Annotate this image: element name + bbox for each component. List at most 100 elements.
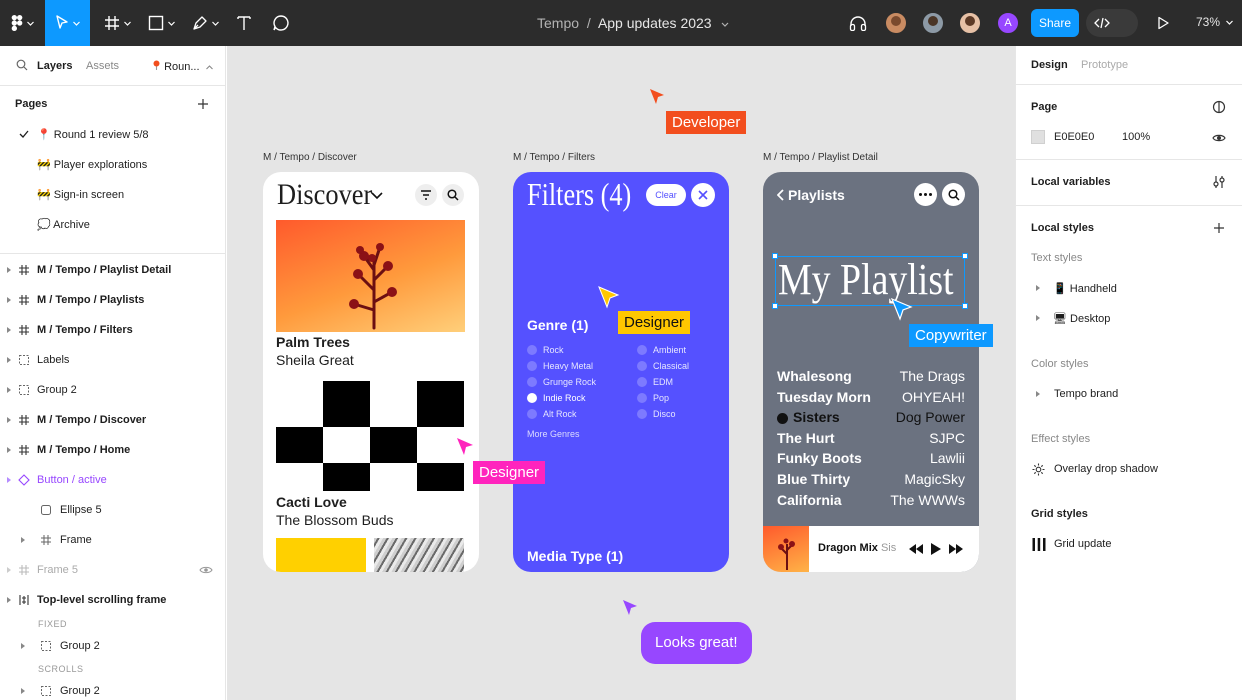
track-row[interactable]: Sisters Dog Power bbox=[777, 409, 965, 430]
back-link[interactable]: Playlists bbox=[788, 187, 845, 203]
page-opacity[interactable]: 100% bbox=[1122, 131, 1150, 143]
frame-label[interactable]: M / Tempo / Playlist Detail bbox=[763, 152, 878, 163]
track-row[interactable]: California The WWWs bbox=[777, 492, 965, 513]
layer-row[interactable]: M / Tempo / Home bbox=[0, 435, 226, 465]
tab-prototype[interactable]: Prototype bbox=[1081, 59, 1128, 71]
radio-button[interactable] bbox=[637, 393, 647, 403]
color-style-tempo-brand[interactable]: Tempo brand bbox=[1054, 388, 1118, 400]
media-type-heading[interactable]: Media Type (1) bbox=[527, 548, 623, 564]
pen-tool-button[interactable] bbox=[184, 0, 226, 46]
selection-handle[interactable] bbox=[962, 303, 968, 309]
selection-handle[interactable] bbox=[772, 303, 778, 309]
local-variables-heading[interactable]: Local variables bbox=[1031, 176, 1111, 188]
playlist-frame[interactable]: Playlists My Playlist Whalesong The Drags… bbox=[763, 172, 979, 572]
layer-row[interactable]: M / Tempo / Discover bbox=[0, 405, 226, 435]
radio-button[interactable] bbox=[637, 377, 647, 387]
file-name[interactable]: App updates 2023 bbox=[598, 15, 712, 31]
avatar[interactable] bbox=[884, 11, 908, 35]
radio-button[interactable] bbox=[637, 361, 647, 371]
eye-icon[interactable] bbox=[1212, 133, 1226, 143]
genre-option[interactable]: Grunge Rock bbox=[527, 374, 596, 390]
layer-row[interactable]: Group 2 bbox=[0, 676, 226, 700]
page-color-swatch[interactable] bbox=[1031, 130, 1045, 144]
text-style-handheld[interactable]: 📱 Handheld bbox=[1053, 282, 1117, 295]
genre-option[interactable]: Pop bbox=[637, 390, 689, 406]
clear-button[interactable]: Clear bbox=[646, 184, 686, 206]
frame-label[interactable]: M / Tempo / Filters bbox=[513, 152, 595, 163]
dev-mode-toggle[interactable] bbox=[1086, 9, 1138, 37]
chevron-left-icon[interactable] bbox=[777, 189, 785, 201]
layer-row[interactable]: Frame bbox=[0, 525, 226, 555]
chevron-down-icon[interactable] bbox=[721, 22, 729, 27]
layer-row[interactable]: M / Tempo / Playlists bbox=[0, 285, 226, 315]
project-name[interactable]: Tempo bbox=[537, 15, 579, 31]
radio-button[interactable] bbox=[527, 361, 537, 371]
album-art-yellow[interactable] bbox=[276, 538, 366, 572]
page-color-hex[interactable]: E0E0E0 bbox=[1054, 131, 1094, 143]
genre-option[interactable]: Ambient bbox=[637, 342, 689, 358]
rewind-icon[interactable] bbox=[909, 544, 923, 554]
genre-option[interactable]: Alt Rock bbox=[527, 406, 596, 422]
now-playing-bar[interactable]: Dragon Mix Sist bbox=[763, 526, 979, 572]
more-genres-link[interactable]: More Genres bbox=[527, 429, 580, 439]
layer-row[interactable]: Top-level scrolling frame bbox=[0, 585, 226, 615]
selected-text-layer[interactable]: My Playlist bbox=[772, 253, 968, 309]
tab-assets[interactable]: Assets bbox=[86, 60, 119, 72]
selection-handle[interactable] bbox=[772, 253, 778, 259]
album-art-checkerboard[interactable] bbox=[276, 381, 464, 491]
shape-tool-button[interactable] bbox=[140, 0, 182, 46]
layer-row[interactable]: M / Tempo / Playlist Detail bbox=[0, 255, 226, 285]
layer-row[interactable]: Group 2 bbox=[0, 631, 226, 661]
discover-frame[interactable]: Discover Palm Trees Sheila Great Cacti L… bbox=[263, 172, 479, 572]
search-button[interactable] bbox=[942, 183, 965, 206]
track-row[interactable]: Whalesong The Drags bbox=[777, 368, 965, 389]
frame-tool-button[interactable] bbox=[96, 0, 138, 46]
genre-option[interactable]: Classical bbox=[637, 358, 689, 374]
track-row[interactable]: Funky Boots Lawlii bbox=[777, 450, 965, 471]
caret-right-icon[interactable] bbox=[1035, 314, 1041, 322]
add-page-icon[interactable] bbox=[197, 98, 209, 110]
more-button[interactable] bbox=[914, 183, 937, 206]
share-button[interactable]: Share bbox=[1031, 9, 1079, 37]
page-item[interactable]: 🚧 Sign-in screen bbox=[0, 179, 226, 209]
sliders-icon[interactable] bbox=[1212, 175, 1226, 189]
avatar[interactable] bbox=[921, 11, 945, 35]
album-art-palm-trees[interactable] bbox=[276, 220, 465, 332]
genre-option[interactable]: Rock bbox=[527, 342, 596, 358]
eye-icon[interactable] bbox=[199, 565, 213, 575]
filter-button[interactable] bbox=[415, 184, 437, 206]
radio-button[interactable] bbox=[527, 377, 537, 387]
album-art-texture[interactable] bbox=[374, 538, 464, 572]
page-item[interactable]: 🚧 Player explorations bbox=[0, 149, 226, 179]
text-tool-button[interactable] bbox=[230, 0, 258, 46]
track-row[interactable]: The Hurt SJPC bbox=[777, 430, 965, 451]
close-button[interactable] bbox=[691, 183, 715, 207]
comment-bubble[interactable]: Looks great! bbox=[641, 622, 752, 664]
radio-button[interactable] bbox=[637, 409, 647, 419]
comment-tool-button[interactable] bbox=[266, 0, 296, 46]
avatar-initial[interactable]: A bbox=[996, 11, 1020, 35]
genre-option[interactable]: Disco bbox=[637, 406, 689, 422]
caret-right-icon[interactable] bbox=[1035, 390, 1041, 398]
play-icon[interactable] bbox=[931, 543, 941, 555]
color-picker-icon[interactable] bbox=[1212, 100, 1226, 114]
effect-style-overlay[interactable]: Overlay drop shadow bbox=[1054, 463, 1158, 475]
plus-icon[interactable] bbox=[1213, 222, 1225, 234]
genre-option[interactable]: EDM bbox=[637, 374, 689, 390]
page-dropdown[interactable]: Roun... bbox=[152, 60, 213, 73]
search-button[interactable] bbox=[442, 184, 464, 206]
radio-button[interactable] bbox=[527, 409, 537, 419]
page-item[interactable]: 📍 Round 1 review 5/8 bbox=[0, 119, 226, 149]
grid-style-update[interactable]: Grid update bbox=[1054, 538, 1111, 550]
caret-right-icon[interactable] bbox=[1035, 284, 1041, 292]
layer-row[interactable]: Button / active bbox=[0, 465, 226, 495]
radio-button[interactable] bbox=[637, 345, 647, 355]
audio-button[interactable] bbox=[846, 0, 870, 46]
genre-option[interactable]: Indie Rock bbox=[527, 390, 596, 406]
track-row[interactable]: Blue Thirty MagicSky bbox=[777, 471, 965, 492]
text-style-desktop[interactable]: 🖥 Desktop bbox=[1053, 312, 1110, 325]
file-title[interactable]: Tempo / App updates 2023 bbox=[537, 15, 729, 31]
filters-frame[interactable]: Filters (4) Clear Genre (1) Rock Heavy Me… bbox=[513, 172, 729, 572]
chevron-down-icon[interactable] bbox=[371, 192, 383, 200]
radio-button[interactable] bbox=[527, 393, 537, 403]
